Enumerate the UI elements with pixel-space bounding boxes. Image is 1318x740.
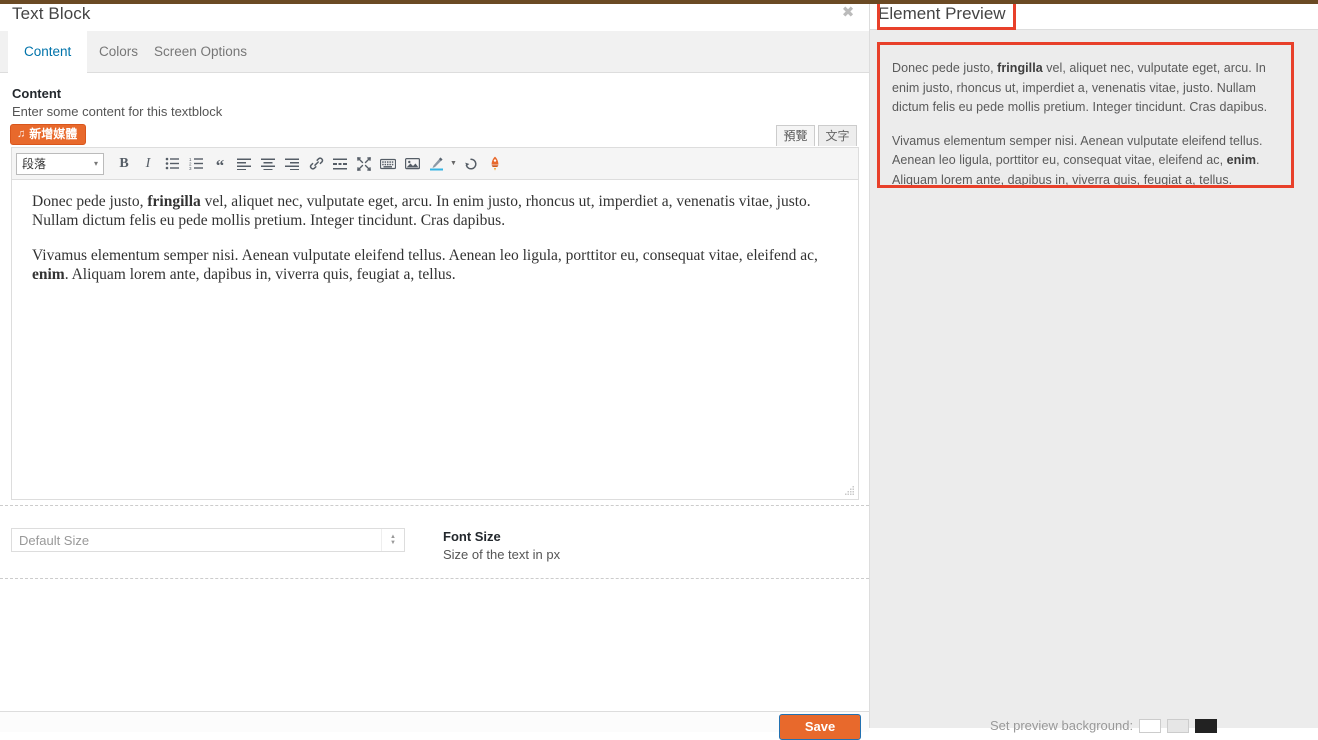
text-color-icon[interactable] <box>424 152 448 176</box>
bold-icon[interactable]: B <box>112 152 136 176</box>
align-right-icon[interactable] <box>280 152 304 176</box>
font-size-placeholder: Default Size <box>19 532 90 548</box>
rich-text-editor: 段落 ▾ B I 1 2 3 “ ▼ Donec pede justo, fri… <box>11 147 859 500</box>
content-description: Enter some content for this textblock <box>12 104 223 119</box>
preview-background-picker: Set preview background: <box>990 718 1218 733</box>
editor-toolbar: 段落 ▾ B I 1 2 3 “ ▼ <box>12 148 858 180</box>
editor-paragraph-1: Donec pede justo, fringilla vel, aliquet… <box>32 193 811 229</box>
stepper-down-icon: ▼ <box>390 539 396 546</box>
preview-content: Donec pede justo, fringilla vel, aliquet… <box>878 46 1295 202</box>
editor-mode-tabs: 預覽 文字 <box>776 125 857 146</box>
read-more-icon[interactable] <box>328 152 352 176</box>
media-note-icon: ♫ <box>17 128 26 140</box>
add-media-button[interactable]: ♫ 新增媒體 <box>10 124 87 145</box>
background-swatch-gray[interactable] <box>1167 718 1190 733</box>
text-color-chevron-down-icon[interactable]: ▼ <box>448 152 459 176</box>
align-left-icon[interactable] <box>232 152 256 176</box>
font-size-label: Font Size <box>443 529 501 544</box>
save-button[interactable]: Save <box>779 714 861 740</box>
divider-bottom <box>0 578 869 579</box>
content-heading: Content <box>12 86 62 101</box>
italic-icon[interactable]: I <box>136 152 160 176</box>
close-icon[interactable]: ✖ <box>840 5 856 21</box>
undo-icon[interactable] <box>459 152 483 176</box>
editor-resize-handle[interactable] <box>845 486 855 496</box>
insert-image-icon[interactable] <box>400 152 424 176</box>
admin-bar <box>0 0 1318 4</box>
keyboard-shortcuts-icon[interactable] <box>376 152 400 176</box>
font-size-input[interactable]: Default Size ▲ ▼ <box>11 528 405 552</box>
link-icon[interactable] <box>304 152 328 176</box>
editor-content-area[interactable]: Donec pede justo, fringilla vel, aliquet… <box>12 180 858 498</box>
rocket-icon[interactable] <box>483 152 507 176</box>
tab-content[interactable]: Content <box>8 31 88 73</box>
background-swatch-white[interactable] <box>1139 718 1162 733</box>
editor-panel: Text Block ✖ Content Colors Screen Optio… <box>0 4 870 732</box>
preview-panel: Element Preview Donec pede justo, fringi… <box>870 4 1318 728</box>
chevron-down-icon: ▾ <box>93 159 98 168</box>
paragraph-format-select[interactable]: 段落 ▾ <box>16 152 104 175</box>
unordered-list-icon[interactable] <box>160 152 184 176</box>
preview-paragraph-1: Donec pede justo, fringilla vel, aliquet… <box>892 61 1268 114</box>
preview-paragraph-2: Vivamus elementum semper nisi. Aenean vu… <box>892 133 1263 187</box>
add-media-label: 新增媒體 <box>29 127 78 141</box>
tab-screen-options[interactable]: Screen Options <box>138 31 263 73</box>
font-size-description: Size of the text in px <box>443 547 561 562</box>
tab-visual-editor[interactable]: 預覽 <box>776 125 815 146</box>
fullscreen-icon[interactable] <box>352 152 376 176</box>
svg-text:3: 3 <box>189 166 192 170</box>
stepper-up-icon: ▲ <box>390 533 396 540</box>
preview-background-label: Set preview background: <box>990 718 1134 733</box>
ordered-list-icon[interactable]: 1 2 3 <box>184 152 208 176</box>
page-title: Text Block <box>12 4 91 23</box>
editor-paragraph-2: Vivamus elementum semper nisi. Aenean vu… <box>32 247 818 283</box>
divider-top <box>0 505 869 506</box>
blockquote-icon[interactable]: “ <box>208 149 232 178</box>
preview-title: Element Preview <box>878 4 1006 23</box>
tab-text-editor[interactable]: 文字 <box>818 125 857 146</box>
align-center-icon[interactable] <box>256 152 280 176</box>
paragraph-format-value: 段落 <box>22 157 47 171</box>
font-size-stepper[interactable]: ▲ ▼ <box>381 529 404 551</box>
footer-bar <box>0 711 869 732</box>
background-swatch-dark[interactable] <box>1195 718 1218 733</box>
tab-strip: Content Colors Screen Options <box>0 31 869 73</box>
